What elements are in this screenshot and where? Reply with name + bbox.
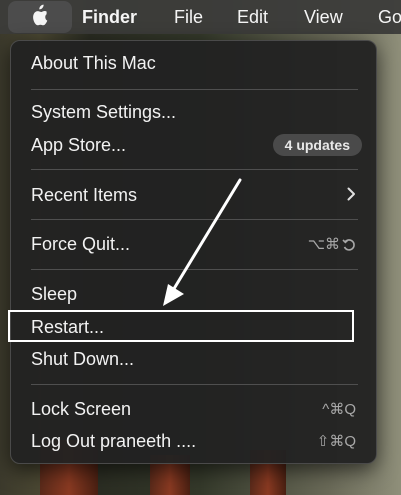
- annotation-arrow-icon: [163, 178, 242, 306]
